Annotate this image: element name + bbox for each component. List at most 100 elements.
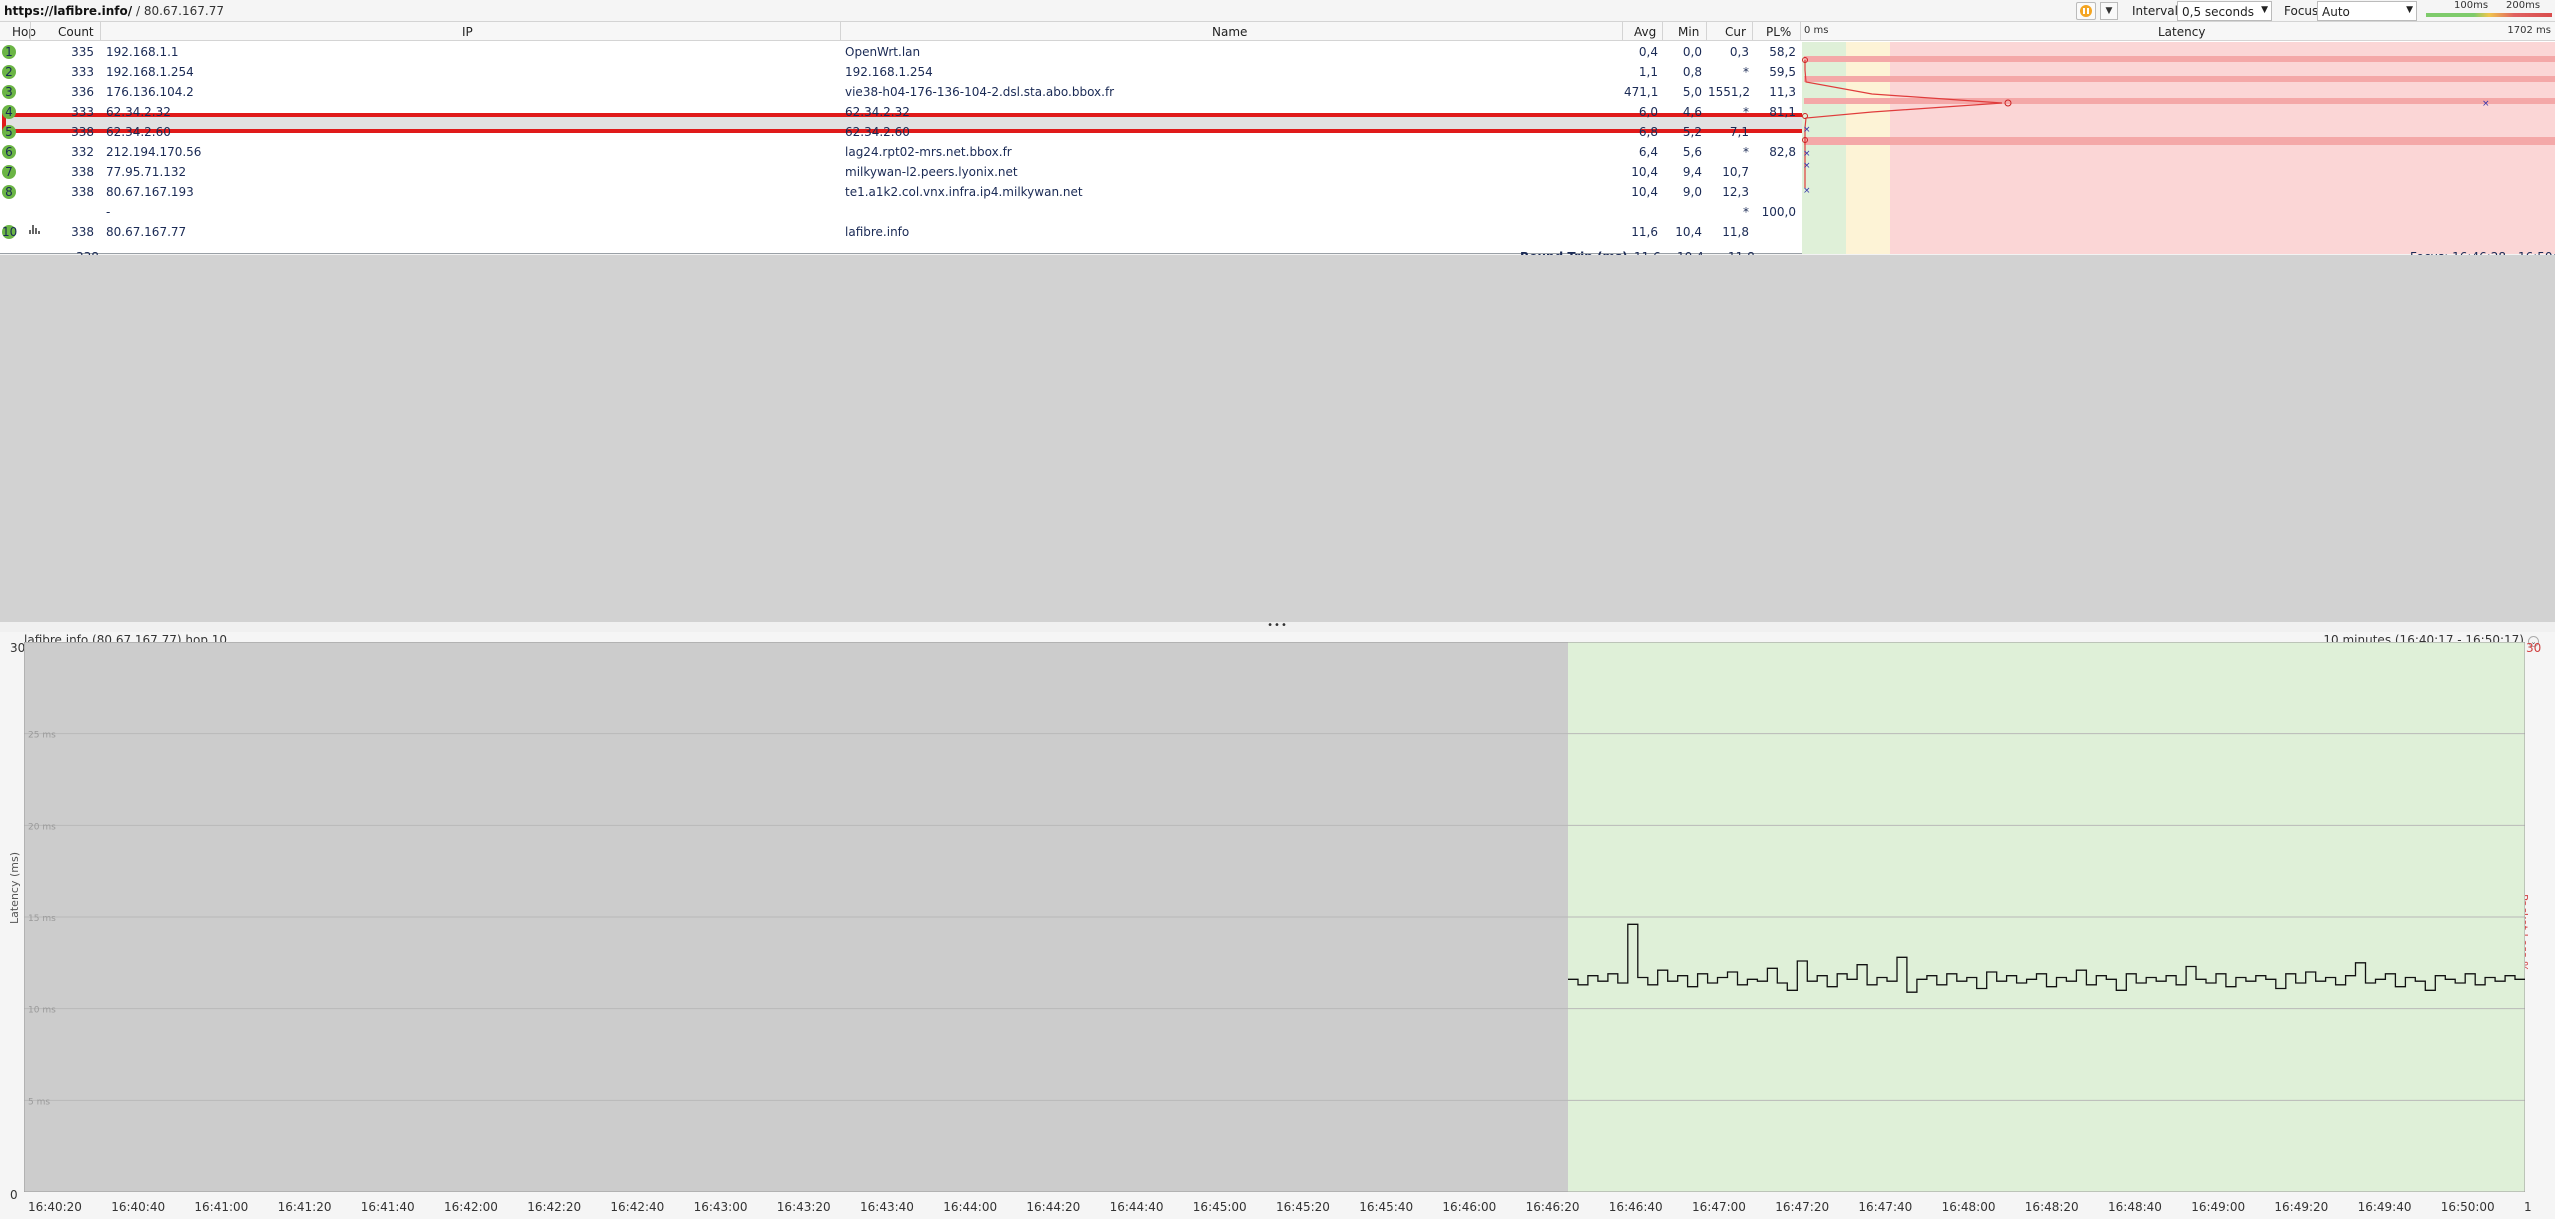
cell-cur: 0,3 — [1729, 45, 1749, 59]
col-min[interactable]: Min — [1678, 25, 1699, 39]
cell-cur: * — [1743, 105, 1749, 119]
cell-count: 338 — [71, 125, 94, 139]
cell-count: 338 — [71, 225, 94, 239]
col-hop[interactable]: Hop — [12, 25, 36, 39]
x-tick-label: 16:42:40 — [610, 1200, 665, 1214]
x-axis-labels: 16:40:20 16:40:40 16:41:00 16:41:20 16:41:40… — [0, 1200, 2555, 1216]
hop8-marker: × — [1803, 161, 1811, 171]
x-tick-label: 16:41:20 — [277, 1200, 332, 1214]
col-count[interactable]: Count — [58, 25, 94, 39]
x-tick-label: 16:47:20 — [1775, 1200, 1830, 1214]
x-tick-label: 16:47:00 — [1692, 1200, 1746, 1214]
cell-name: lag24.rpt02-mrs.net.bbox.fr — [845, 145, 1012, 159]
x-tick-label: 16:46:00 — [1442, 1200, 1497, 1214]
cell-count: 336 — [71, 85, 94, 99]
target-title: https://lafibre.info/ / 80.67.167.77 — [4, 4, 224, 18]
pause-icon — [2080, 5, 2092, 17]
cell-name: milkywan-l2.peers.lyonix.net — [845, 165, 1018, 179]
cell-ip: 80.67.167.193 — [106, 185, 194, 199]
gridline-label: 10 ms — [28, 1006, 56, 1016]
x-tick-label: 16:48:20 — [2024, 1200, 2079, 1214]
empty-pane — [0, 255, 2555, 622]
col-cur[interactable]: Cur — [1725, 25, 1746, 39]
cell-count: 338 — [71, 185, 94, 199]
hop-number-badge: 2 — [2, 65, 16, 79]
x-tick-label: 16:48:00 — [1941, 1200, 1996, 1214]
cell-count: 335 — [71, 45, 94, 59]
col-latency[interactable]: Latency — [2158, 25, 2205, 39]
cell-avg: 1,1 — [1638, 65, 1658, 79]
x-tick-label: 16:50:00 — [2440, 1200, 2495, 1214]
cell-cur: 11,8 — [1722, 225, 1749, 239]
x-tick-label: 16:40:20 — [28, 1200, 82, 1214]
cell-ip: 62.34.2.32 — [106, 105, 171, 119]
cell-ip: 176.136.104.2 — [106, 85, 194, 99]
col-pl[interactable]: PL% — [1766, 25, 1791, 39]
latency-timeline-chart[interactable]: 25 ms 20 ms 15 ms 10 ms 5 ms — [24, 642, 2525, 1192]
x-tick-label: 16:42:00 — [444, 1200, 498, 1214]
cell-min: 5,2 — [1682, 125, 1702, 139]
latency-scale-legend: 100ms 200ms — [2426, 0, 2552, 20]
pause-options-button[interactable]: ▼ — [2100, 2, 2118, 20]
cell-name: te1.a1k2.col.vnx.infra.ip4.milkywan.net — [845, 185, 1083, 199]
latency-min-label: 0 ms — [1804, 25, 1829, 36]
cell-name: OpenWrt.lan — [845, 45, 921, 59]
col-ip[interactable]: IP — [462, 25, 473, 39]
cell-pl: 82,8 — [1769, 145, 1796, 159]
cell-min: 10,4 — [1675, 225, 1702, 239]
cell-min: 5,0 — [1682, 85, 1702, 99]
cell-min: 9,0 — [1682, 185, 1702, 199]
interval-value: 0,5 seconds — [2182, 5, 2254, 19]
cell-name: vie38-h04-176-136-104-2.dsl.sta.abo.bbox… — [845, 85, 1115, 99]
cell-avg: 0,4 — [1638, 45, 1658, 59]
cell-count: 332 — [71, 145, 94, 159]
cell-avg: 471,1 — [1624, 85, 1659, 99]
pane-splitter[interactable]: ••• — [0, 621, 2555, 632]
interval-label: Interval — [2132, 4, 2178, 18]
gridline-label: 25 ms — [28, 731, 56, 741]
hop7-marker: × — [1803, 149, 1811, 159]
hop4-point — [1802, 113, 1808, 119]
scale-100-label: 100ms — [2454, 0, 2489, 11]
x-tick-label: 16:46:40 — [1608, 1200, 1663, 1214]
x-tick-label: 16:42:20 — [527, 1200, 582, 1214]
cell-cur: 12,3 — [1722, 185, 1749, 199]
pause-button[interactable] — [2076, 2, 2096, 20]
cell-avg: 6,8 — [1638, 125, 1658, 139]
x-tick-label: 16:49:20 — [2274, 1200, 2329, 1214]
cell-cur: 10,7 — [1722, 165, 1749, 179]
cell-count: 333 — [71, 105, 94, 119]
gridline-label: 15 ms — [28, 914, 56, 924]
x-tick-label: 16:43:40 — [860, 1200, 914, 1214]
target-url: https://lafibre.info/ — [4, 4, 133, 18]
x-tick-label: 16:49:40 — [2357, 1200, 2412, 1214]
hop-latency-svg: × × × × × — [1802, 56, 2555, 196]
hop6-loss-band — [1804, 137, 2555, 145]
x-tick-label: 16:45:00 — [1192, 1200, 1247, 1214]
cell-avg: 6,0 — [1638, 105, 1658, 119]
hop4-loss-band — [1804, 98, 2555, 104]
cell-pl: 59,5 — [1769, 65, 1796, 79]
y-left-max: 30 — [10, 641, 26, 655]
cell-min: 0,8 — [1682, 65, 1702, 79]
chevron-down-icon: ▼ — [2406, 5, 2413, 15]
target-ip: / 80.67.167.77 — [132, 4, 224, 18]
latency-column: 0 ms 1702 ms × × × × × — [1802, 25, 2555, 254]
cell-min: 4,6 — [1682, 105, 1702, 119]
scale-200-label: 200ms — [2506, 0, 2541, 11]
x-tick-label: 16:43:20 — [776, 1200, 831, 1214]
cell-ip: 192.168.1.254 — [106, 65, 194, 79]
hop-number-badge: 10 — [2, 225, 18, 239]
focus-select[interactable]: Auto ▼ — [2317, 1, 2417, 21]
hop-number-badge: 1 — [2, 45, 16, 59]
hop2-loss-band — [1804, 76, 2555, 82]
x-tick-label: 16:44:00 — [943, 1200, 998, 1214]
cell-avg: 11,6 — [1631, 225, 1658, 239]
col-name[interactable]: Name — [1212, 25, 1247, 39]
cell-name: lafibre.info — [845, 225, 910, 239]
cell-avg: 10,4 — [1631, 185, 1658, 199]
x-tick-label: 16:44:20 — [1026, 1200, 1081, 1214]
interval-select[interactable]: 0,5 seconds ▼ — [2177, 1, 2272, 21]
grid-header: Hop Count IP Name Avg Min Cur PL% Latenc… — [0, 22, 2555, 41]
col-avg[interactable]: Avg — [1634, 25, 1656, 39]
